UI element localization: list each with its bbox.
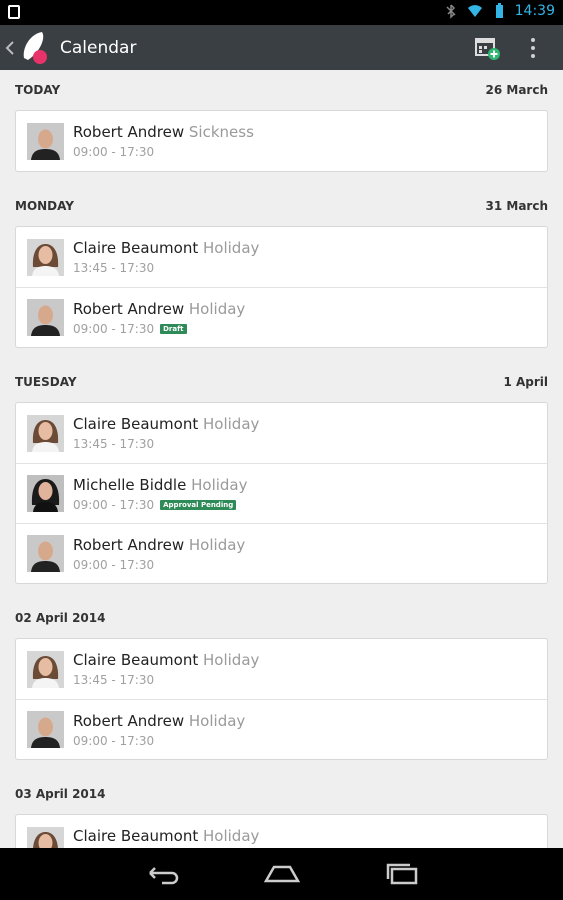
bluetooth-off-icon (446, 4, 456, 19)
chevron-left-icon[interactable] (4, 40, 16, 55)
section-date-label: 26 March (485, 83, 549, 97)
time-range: 09:00 - 17:30 (73, 497, 155, 512)
event-card: Claire Beaumont Holiday 13:45 - 17:30 Robe… (15, 226, 548, 348)
event-row[interactable]: Michelle Biddle Holiday 09:00 - 17:30 Appr… (16, 463, 547, 523)
time-range: 09:00 - 17:30 (73, 321, 155, 336)
absence-type: Holiday (188, 535, 246, 554)
event-row[interactable]: Robert Andrew Holiday 09:00 - 17:30 Draft (16, 287, 547, 347)
absence-type: Holiday (188, 299, 246, 318)
avatar (27, 535, 64, 572)
overflow-menu-icon[interactable] (531, 37, 537, 58)
nav-home-icon[interactable] (262, 861, 302, 887)
event-card: Claire Beaumont Holiday13:45 - 17:30 (15, 814, 548, 848)
absence-type: Holiday (188, 711, 246, 730)
avatar (27, 711, 64, 748)
section-date-label: 31 March (485, 199, 549, 213)
status-bar: 14:39 (0, 0, 563, 25)
absence-type: Holiday (203, 415, 260, 433)
employee-name: Robert Andrew (73, 299, 185, 318)
section-day-label: TUESDAY (15, 375, 77, 389)
avatar (27, 475, 64, 512)
section-day-label: TODAY (15, 83, 61, 97)
section-header: 03 April 2014 (0, 774, 563, 814)
event-row[interactable]: Robert Andrew Sickness 09:00 - 17:30 (16, 111, 547, 171)
absence-type: Holiday (191, 475, 248, 494)
time-range: 13:45 - 17:30 (73, 673, 155, 687)
section-header: MONDAY 31 March (0, 186, 563, 226)
notification-icon (8, 5, 20, 19)
page-title: Calendar (60, 37, 137, 58)
time-range: 13:45 - 17:30 (73, 437, 155, 451)
employee-name: Robert Andrew (73, 535, 185, 554)
avatar (27, 414, 64, 452)
event-card: Claire Beaumont Holiday 13:45 - 17:30 Robe… (15, 638, 548, 760)
section-day-label: 03 April 2014 (15, 787, 106, 801)
time-range: 09:00 - 17:30 (73, 557, 155, 572)
event-card: Robert Andrew Sickness 09:00 - 17:30 (15, 110, 548, 172)
calendar-add-icon[interactable] (475, 35, 501, 61)
absence-type: Sickness (188, 123, 254, 141)
event-row[interactable]: Claire Beaumont Holiday 13:45 - 17:30 (16, 227, 547, 287)
event-row[interactable]: Robert Andrew Holiday 09:00 - 17:30 (16, 699, 547, 759)
avatar (27, 238, 64, 276)
time-range: 09:00 - 17:30 (73, 145, 155, 159)
section-date-label: 1 April (503, 375, 548, 389)
event-row[interactable]: Claire Beaumont Holiday 13:45 - 17:30 (16, 639, 547, 699)
status-badge: Draft (160, 323, 187, 334)
app-bar: Calendar (0, 25, 563, 70)
absence-type: Holiday (203, 651, 260, 669)
nav-recents-icon[interactable] (382, 861, 422, 887)
section-day-label: 02 April 2014 (15, 611, 106, 625)
navigation-bar (0, 848, 563, 900)
time-range: 09:00 - 17:30 (73, 733, 155, 748)
employee-name: Claire Beaumont (73, 415, 199, 433)
calendar-list[interactable]: TODAY 26 March Robert Andrew Sickness 09:00… (0, 70, 563, 848)
avatar (27, 826, 64, 848)
section-header: 02 April 2014 (0, 598, 563, 638)
section-day-label: MONDAY (15, 199, 74, 213)
employee-name: Robert Andrew (73, 711, 185, 730)
status-badge: Approval Pending (160, 499, 237, 510)
employee-name: Michelle Biddle (73, 475, 187, 494)
event-row[interactable]: Claire Beaumont Holiday 13:45 - 17:30 (16, 403, 547, 463)
section-header: TUESDAY 1 April (0, 362, 563, 402)
absence-type: Holiday (203, 827, 260, 845)
employee-name: Claire Beaumont (73, 827, 199, 845)
employee-name: Claire Beaumont (73, 239, 199, 257)
avatar (27, 299, 64, 336)
absence-type: Holiday (203, 239, 260, 257)
avatar (27, 122, 64, 160)
nav-back-icon[interactable] (142, 861, 182, 887)
event-card: Claire Beaumont Holiday 13:45 - 17:30 Mich… (15, 402, 548, 584)
avatar (27, 650, 64, 688)
clock: 14:39 (514, 3, 555, 19)
event-row[interactable]: Robert Andrew Holiday 09:00 - 17:30 (16, 523, 547, 583)
event-row[interactable]: Claire Beaumont Holiday13:45 - 17:30 (16, 815, 547, 848)
wifi-icon (467, 5, 482, 17)
battery-icon (495, 3, 503, 18)
time-range: 13:45 - 17:30 (73, 261, 155, 275)
employee-name: Robert Andrew (73, 123, 185, 141)
employee-name: Claire Beaumont (73, 651, 199, 669)
section-header: TODAY 26 March (0, 70, 563, 110)
app-logo-icon[interactable] (20, 30, 50, 66)
